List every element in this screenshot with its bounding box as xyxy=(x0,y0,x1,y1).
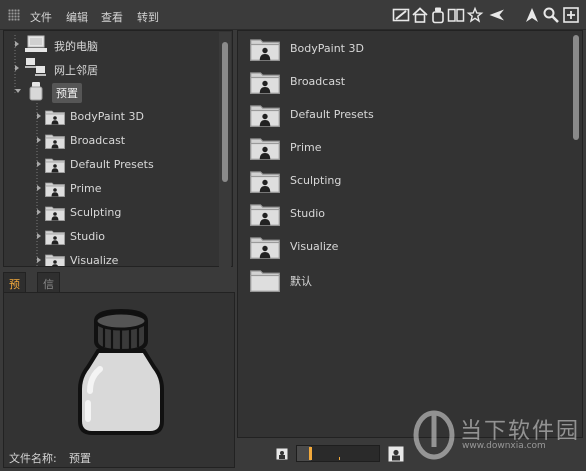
folder-icon[interactable] xyxy=(250,37,280,61)
expand-arrow-icon[interactable] xyxy=(37,257,41,263)
new-icon[interactable] xyxy=(562,6,580,24)
computer-icon xyxy=(24,35,48,53)
expand-arrow-icon[interactable] xyxy=(37,233,41,239)
menu-file[interactable]: 文件 xyxy=(30,9,52,25)
tree-panel: 我的电脑 网上邻居 预置 BodyPaint 3D Broadcast Defaul… xyxy=(3,30,233,267)
star-icon[interactable] xyxy=(466,6,484,24)
tree-item-presets[interactable]: 预置 xyxy=(52,83,82,103)
small-thumbnail-icon[interactable] xyxy=(276,448,288,460)
tab-info[interactable]: 信息 xyxy=(37,272,60,307)
zoom-slider-handle[interactable] xyxy=(309,447,312,460)
folder-icon[interactable] xyxy=(250,103,280,127)
content-item-label[interactable]: 默认 xyxy=(290,273,312,289)
folder-icon[interactable] xyxy=(250,169,280,193)
tree-scrollbar[interactable] xyxy=(219,32,231,267)
book-icon[interactable] xyxy=(447,6,465,24)
filename-value: 预置 xyxy=(69,452,91,465)
zoom-slider-tick xyxy=(339,457,340,460)
folder-icon xyxy=(45,181,65,197)
expand-arrow-icon[interactable] xyxy=(37,185,41,191)
menu-edit[interactable]: 编辑 xyxy=(66,9,88,25)
expand-arrow-icon[interactable] xyxy=(37,161,41,167)
folder-icon xyxy=(45,229,65,245)
folder-icon xyxy=(45,253,65,266)
back-icon[interactable] xyxy=(488,6,506,24)
menu-view[interactable]: 查看 xyxy=(101,9,123,25)
folder-icon xyxy=(45,133,65,149)
content-item-label[interactable]: Studio xyxy=(290,207,325,220)
content-item-label[interactable]: Broadcast xyxy=(290,75,345,88)
expand-arrow-icon[interactable] xyxy=(15,41,19,47)
folder-icon xyxy=(45,157,65,173)
preview-panel: 文件名称: 预置 xyxy=(3,292,235,468)
grip-icon[interactable] xyxy=(8,9,20,21)
home-icon[interactable] xyxy=(411,6,429,24)
bottle-icon xyxy=(28,81,44,101)
content-item-label[interactable]: Visualize xyxy=(290,240,338,253)
menubar: 文件 编辑 查看 转到 xyxy=(0,0,586,30)
content-scrollbar[interactable] xyxy=(572,35,580,435)
expand-arrow-icon[interactable] xyxy=(37,113,41,119)
tab-preview[interactable]: 预览 xyxy=(3,272,26,307)
edit-icon[interactable] xyxy=(392,6,410,24)
tree-item-computer[interactable]: 我的电脑 xyxy=(54,38,98,54)
folder-icon[interactable] xyxy=(250,235,280,259)
menu-goto[interactable]: 转到 xyxy=(137,9,159,25)
watermark-logo-icon xyxy=(413,410,455,460)
preset-bottle-image xyxy=(78,308,164,435)
folder-icon[interactable] xyxy=(250,70,280,94)
bottle-icon[interactable] xyxy=(429,6,447,24)
expand-arrow-icon[interactable] xyxy=(37,137,41,143)
search-icon[interactable] xyxy=(542,6,560,24)
watermark: 当下软件园 www.downxia.com xyxy=(412,405,584,465)
network-icon xyxy=(24,57,48,77)
content-panel: BodyPaint 3D Broadcast Default Presets Prim… xyxy=(237,30,583,438)
tree-item-label[interactable]: BodyPaint 3D xyxy=(70,110,144,123)
content-item-label[interactable]: Sculpting xyxy=(290,174,341,187)
tree-item-label[interactable]: Visualize xyxy=(70,254,118,266)
filename-label: 文件名称: xyxy=(9,452,57,465)
expand-arrow-icon[interactable] xyxy=(15,65,19,71)
tree-item-label[interactable]: Sculpting xyxy=(70,206,121,219)
watermark-url: www.downxia.com xyxy=(462,441,546,451)
tree-item-network[interactable]: 网上邻居 xyxy=(54,62,98,78)
scrollbar-thumb[interactable] xyxy=(573,35,579,140)
folder-icon[interactable] xyxy=(250,202,280,226)
collapse-arrow-icon[interactable] xyxy=(15,89,21,93)
tree-item-label[interactable]: Prime xyxy=(70,182,102,195)
zoom-slider[interactable] xyxy=(296,445,380,462)
content-item-label[interactable]: Prime xyxy=(290,141,322,154)
folder-icon xyxy=(45,109,65,125)
up-icon[interactable] xyxy=(523,6,541,24)
tree-item-label[interactable]: Studio xyxy=(70,230,105,243)
tree-item-label[interactable]: Broadcast xyxy=(70,134,125,147)
folder-icon xyxy=(45,205,65,221)
content-item-label[interactable]: BodyPaint 3D xyxy=(290,42,364,55)
content-item-label[interactable]: Default Presets xyxy=(290,108,374,121)
folder-icon[interactable] xyxy=(250,268,280,292)
large-thumbnail-icon[interactable] xyxy=(388,446,404,462)
folder-icon[interactable] xyxy=(250,136,280,160)
tree-item-label[interactable]: Default Presets xyxy=(70,158,154,171)
expand-arrow-icon[interactable] xyxy=(37,209,41,215)
scrollbar-thumb[interactable] xyxy=(222,42,228,182)
